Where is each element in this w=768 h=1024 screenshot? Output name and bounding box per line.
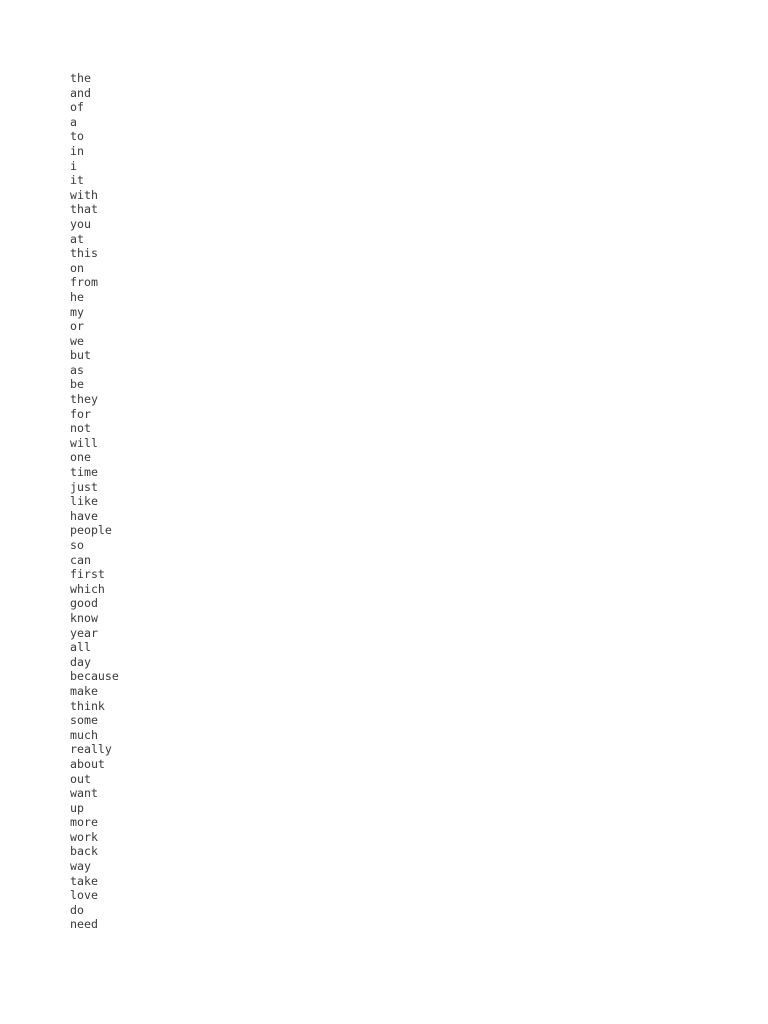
word-list-item: out <box>70 771 91 786</box>
word-list-item: all <box>70 640 91 655</box>
word-list-item: back <box>70 844 98 859</box>
word-list-item: from <box>70 275 98 290</box>
document-page: the and of a to in i it with that you at this on from h… <box>0 0 768 1024</box>
word-list-item: love <box>70 888 98 903</box>
word-list-item: i <box>70 158 77 173</box>
word-list-item: think <box>70 698 105 713</box>
word-list-item: at <box>70 231 84 246</box>
word-list-item: have <box>70 508 98 523</box>
word-list-item: or <box>70 319 84 334</box>
word-list-item: that <box>70 202 98 217</box>
word-list-item: this <box>70 246 98 261</box>
word-list-item: for <box>70 406 91 421</box>
word-list-item: good <box>70 596 98 611</box>
word-list-item: just <box>70 479 98 494</box>
word-list-item: be <box>70 377 84 392</box>
word-list-item: some <box>70 713 98 728</box>
word-list-item: way <box>70 859 91 874</box>
word-list-item: a <box>70 114 77 129</box>
word-list-item: he <box>70 289 84 304</box>
word-list-item: it <box>70 173 84 188</box>
word-list-item: take <box>70 873 98 888</box>
word-list: the and of a to in i it with that you at this on from h… <box>70 71 119 932</box>
word-list-item: up <box>70 800 84 815</box>
word-list-item: year <box>70 625 98 640</box>
word-list-item: we <box>70 333 84 348</box>
word-list-item: not <box>70 421 91 436</box>
word-list-item: with <box>70 187 98 202</box>
word-list-item: need <box>70 917 98 932</box>
word-list-item: because <box>70 669 119 684</box>
word-list-item: people <box>70 523 112 538</box>
word-list-item: one <box>70 450 91 465</box>
word-list-item: they <box>70 392 98 407</box>
word-list-item: more <box>70 815 98 830</box>
word-list-item: the <box>70 71 91 85</box>
word-list-item: of <box>70 100 84 115</box>
word-list-item: know <box>70 610 98 625</box>
word-list-item: do <box>70 902 84 917</box>
word-list-item: like <box>70 494 98 509</box>
word-list-item: on <box>70 260 84 275</box>
word-list-item: about <box>70 756 105 771</box>
word-list-item: but <box>70 348 91 363</box>
word-list-item: much <box>70 727 98 742</box>
word-list-item: as <box>70 362 84 377</box>
word-list-item: can <box>70 552 91 567</box>
word-list-item: to <box>70 129 84 144</box>
word-list-item: will <box>70 435 98 450</box>
word-list-item: day <box>70 654 91 669</box>
word-list-item: so <box>70 538 84 552</box>
word-list-item: you <box>70 216 91 231</box>
word-list-item: want <box>70 786 98 801</box>
word-list-item: time <box>70 465 98 480</box>
word-list-item: work <box>70 829 98 844</box>
word-list-item: in <box>70 143 84 158</box>
word-list-item: really <box>70 742 112 757</box>
word-list-item: which <box>70 581 105 596</box>
word-list-item: make <box>70 683 98 698</box>
word-list-item: and <box>70 85 91 100</box>
word-list-item: my <box>70 304 84 319</box>
word-list-item: first <box>70 567 105 582</box>
